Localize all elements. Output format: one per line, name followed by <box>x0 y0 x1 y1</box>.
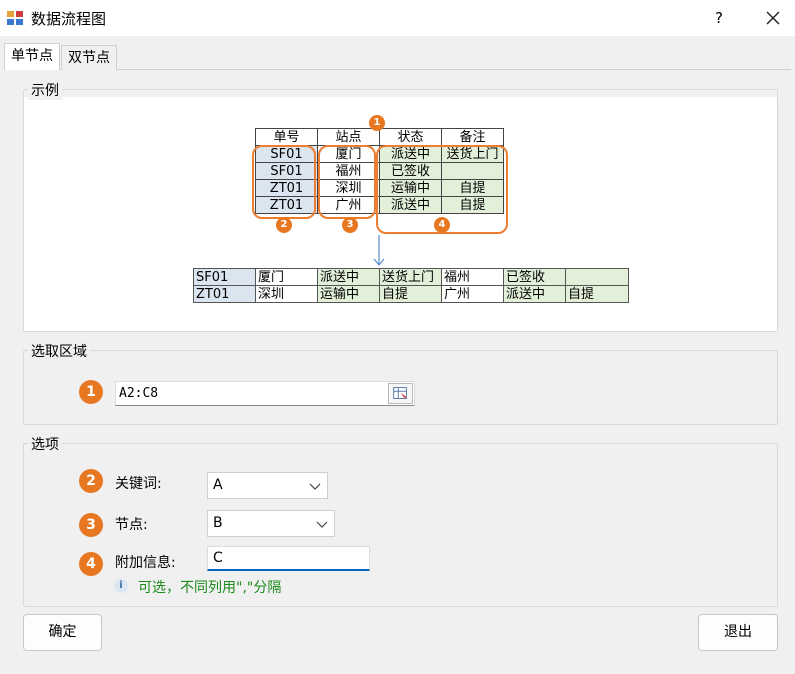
down-arrow-icon <box>373 235 385 266</box>
table-cell: 广州 <box>441 285 504 303</box>
badge-icon: 1 <box>79 380 103 404</box>
table-header-row: 单号 站点 状态 备注 <box>255 128 504 146</box>
keyword-select[interactable]: A <box>207 472 328 499</box>
badge-icon: 3 <box>79 513 103 537</box>
table-row: SF01 厦门 派送中 送货上门 福州 已签收 <box>193 268 629 286</box>
table-cell: 深圳 <box>255 285 318 303</box>
table-cell: 已签收 <box>503 268 566 286</box>
window-title: 数据流程图 <box>31 10 107 28</box>
options-group-title: 选项 <box>28 434 62 454</box>
exit-button[interactable]: 退出 <box>698 614 778 651</box>
badge-icon: 2 <box>79 469 103 493</box>
example-diagram: 单号 站点 状态 备注 SF01 厦门 派送中 送货上门 SF01 福州 已签收… <box>24 97 777 331</box>
header-cell: 状态 <box>379 128 442 146</box>
node-select[interactable]: B <box>207 510 335 537</box>
keyword-label: 关键词: <box>115 476 162 492</box>
table-cell <box>565 268 629 286</box>
table-row: ZT01 深圳 运输中 自提 广州 派送中 自提 <box>193 285 629 303</box>
info-icon: i <box>114 579 128 593</box>
table-cell: 派送中 <box>317 268 380 286</box>
title-bar <box>0 0 795 36</box>
chevron-down-icon <box>316 521 328 528</box>
range-group-title: 选取区域 <box>28 341 90 361</box>
badge-icon: 4 <box>434 217 450 233</box>
app-icon <box>7 11 23 25</box>
table-cell: 运输中 <box>317 285 380 303</box>
example-result-table: SF01 厦门 派送中 送货上门 福州 已签收 ZT01 深圳 运输中 自提 广… <box>193 268 629 303</box>
column-key-highlight <box>252 145 316 219</box>
extra-info-label: 附加信息: <box>115 555 176 571</box>
table-cell: 厦门 <box>255 268 318 286</box>
header-cell: 单号 <box>255 128 318 146</box>
node-select-value: B <box>213 515 223 531</box>
table-cell: 自提 <box>379 285 442 303</box>
badge-icon: 2 <box>276 217 292 233</box>
keyword-select-value: A <box>213 477 223 493</box>
header-cell: 备注 <box>441 128 504 146</box>
ok-button[interactable]: 确定 <box>23 614 102 651</box>
badge-icon: 1 <box>369 115 385 131</box>
node-label: 节点: <box>115 517 148 533</box>
close-icon[interactable] <box>760 6 786 30</box>
range-input[interactable]: A2:C8 <box>115 381 415 406</box>
tab-single-node[interactable]: 单节点 <box>4 43 60 70</box>
extra-info-input[interactable]: C <box>207 546 370 571</box>
table-cell: SF01 <box>193 268 256 286</box>
table-cell: 送货上门 <box>379 268 442 286</box>
chevron-down-icon <box>309 483 321 490</box>
range-picker-icon[interactable] <box>388 383 413 404</box>
tab-double-node[interactable]: 双节点 <box>61 45 117 70</box>
column-node-highlight <box>318 145 376 219</box>
table-cell: ZT01 <box>193 285 256 303</box>
table-cell: 自提 <box>565 285 629 303</box>
table-cell: 派送中 <box>503 285 566 303</box>
header-cell: 站点 <box>317 128 380 146</box>
table-cell: 福州 <box>441 268 504 286</box>
example-group-title: 示例 <box>28 80 62 100</box>
badge-icon: 3 <box>342 217 358 233</box>
hint-text: 可选，不同列用","分隔 <box>138 580 282 596</box>
badge-icon: 4 <box>79 552 103 576</box>
help-button[interactable]: ? <box>707 6 731 30</box>
